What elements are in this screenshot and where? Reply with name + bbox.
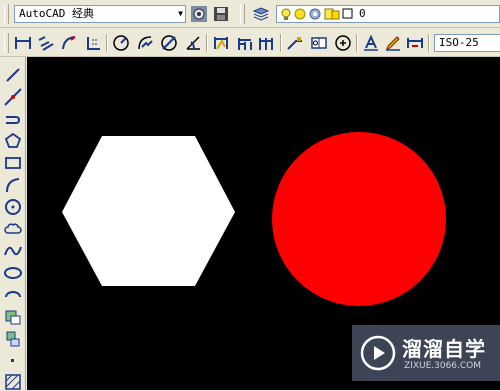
polyline-icon	[6, 116, 21, 124]
draw-toolbar	[0, 57, 26, 390]
radius-dimension-button[interactable]	[112, 34, 130, 52]
insert-block-icon	[5, 310, 21, 325]
dimension-update-icon	[407, 38, 423, 48]
dimension-update-button[interactable]	[406, 34, 424, 52]
red-circle[interactable]	[272, 132, 446, 306]
xline-icon	[4, 88, 22, 106]
arc-icon	[6, 178, 20, 193]
linear-dimension-icon	[15, 37, 31, 49]
workspace-save-button[interactable]	[212, 5, 230, 23]
quick-leader-button[interactable]	[286, 34, 304, 52]
dimension-style-dropdown[interactable]: ISO-25	[434, 34, 500, 52]
tolerance-button[interactable]	[310, 34, 328, 52]
tolerance-icon	[311, 37, 327, 49]
watermark-subtitle: ZIXUE.3066.COM	[404, 361, 482, 371]
layer-dropdown[interactable]: 0	[276, 5, 500, 23]
dimension-toolbar: ISO-25	[0, 29, 500, 57]
layer-value: 0	[359, 7, 366, 20]
insert-block-button[interactable]	[3, 307, 23, 327]
spline-icon	[4, 246, 22, 256]
white-hexagon[interactable]	[62, 136, 235, 286]
continue-icon	[259, 38, 273, 50]
layers-icon	[252, 7, 270, 21]
center-mark-button[interactable]	[334, 34, 352, 52]
dimension-style-value: ISO-25	[439, 36, 479, 49]
toolbar-grip[interactable]	[240, 4, 245, 24]
spline-button[interactable]	[3, 241, 23, 261]
jogged-icon	[138, 36, 153, 50]
construction-line-button[interactable]	[3, 87, 23, 107]
cloud-icon	[4, 223, 22, 234]
circle-icon	[5, 199, 21, 215]
point-button[interactable]	[3, 351, 23, 371]
chevron-down-icon[interactable]: ▼	[178, 6, 183, 22]
drawing-canvas[interactable]: 溜溜自学 ZIXUE.3066.COM	[27, 57, 500, 390]
save-icon	[214, 7, 228, 21]
dimension-text-edit-button[interactable]	[384, 34, 402, 52]
jogged-dimension-button[interactable]	[136, 34, 154, 52]
ellipse-arc-icon	[5, 291, 21, 298]
point-icon	[11, 359, 14, 362]
diameter-dimension-button[interactable]	[160, 34, 178, 52]
toolbar-separator	[280, 34, 282, 52]
gear-icon	[191, 6, 207, 22]
line-button[interactable]	[3, 65, 23, 85]
make-block-button[interactable]	[3, 329, 23, 349]
hatch-button[interactable]	[3, 371, 23, 391]
toolbar-separator	[356, 34, 358, 52]
workspace-toolbar: AutoCAD 经典 ▼ 0	[0, 0, 500, 28]
workspace-value: AutoCAD 经典	[19, 7, 94, 20]
watermark-title: 溜溜自学	[402, 337, 486, 361]
continue-dimension-button[interactable]	[258, 34, 276, 52]
layer-state-icons	[281, 8, 353, 20]
aligned-dimension-icon	[38, 36, 54, 51]
layer-properties-button[interactable]	[252, 5, 270, 23]
angular-dimension-button[interactable]	[184, 34, 202, 52]
ellipse-button[interactable]	[3, 263, 23, 283]
rectangle-button[interactable]	[3, 153, 23, 173]
arc-button[interactable]	[3, 175, 23, 195]
ordinate-dimension-icon	[87, 37, 100, 50]
toolbar-separator	[206, 34, 208, 52]
toolbar-grip[interactable]	[4, 33, 9, 53]
workspace-dropdown[interactable]: AutoCAD 经典 ▼	[14, 5, 186, 23]
diameter-icon	[161, 35, 177, 51]
radius-icon	[113, 35, 129, 51]
arc-length-icon	[62, 36, 76, 50]
workspace-settings-button[interactable]	[190, 5, 208, 23]
ellipse-icon	[4, 267, 22, 279]
center-mark-icon	[335, 35, 351, 51]
revision-cloud-button[interactable]	[3, 219, 23, 239]
arc-length-button[interactable]	[60, 34, 78, 52]
polygon-icon	[4, 132, 22, 148]
linear-dimension-button[interactable]	[14, 34, 32, 52]
rectangle-icon	[5, 157, 21, 169]
make-block-icon	[6, 331, 20, 347]
ordinate-dimension-button[interactable]	[84, 34, 102, 52]
toolbar-grip[interactable]	[4, 4, 9, 24]
ellipse-arc-button[interactable]	[3, 285, 23, 305]
circle-button[interactable]	[3, 197, 23, 217]
angular-icon	[186, 36, 200, 50]
dimension-edit-button[interactable]	[362, 34, 380, 52]
leader-icon	[287, 37, 302, 50]
toolbar-separator	[428, 34, 430, 52]
hatch-icon	[5, 374, 21, 390]
aligned-dimension-button[interactable]	[37, 34, 55, 52]
watermark: 溜溜自学 ZIXUE.3066.COM	[352, 325, 500, 381]
polyline-button[interactable]	[3, 109, 23, 129]
baseline-dimension-button[interactable]	[236, 34, 254, 52]
text-edit-icon	[364, 34, 378, 51]
toolbar-separator	[106, 34, 108, 52]
polygon-button[interactable]	[3, 131, 23, 151]
quick-dimension-icon	[214, 37, 228, 50]
baseline-icon	[238, 38, 252, 50]
line-icon	[6, 68, 20, 82]
quick-dimension-button[interactable]	[212, 34, 230, 52]
play-logo-icon	[360, 335, 396, 371]
pencil-icon	[386, 36, 400, 51]
